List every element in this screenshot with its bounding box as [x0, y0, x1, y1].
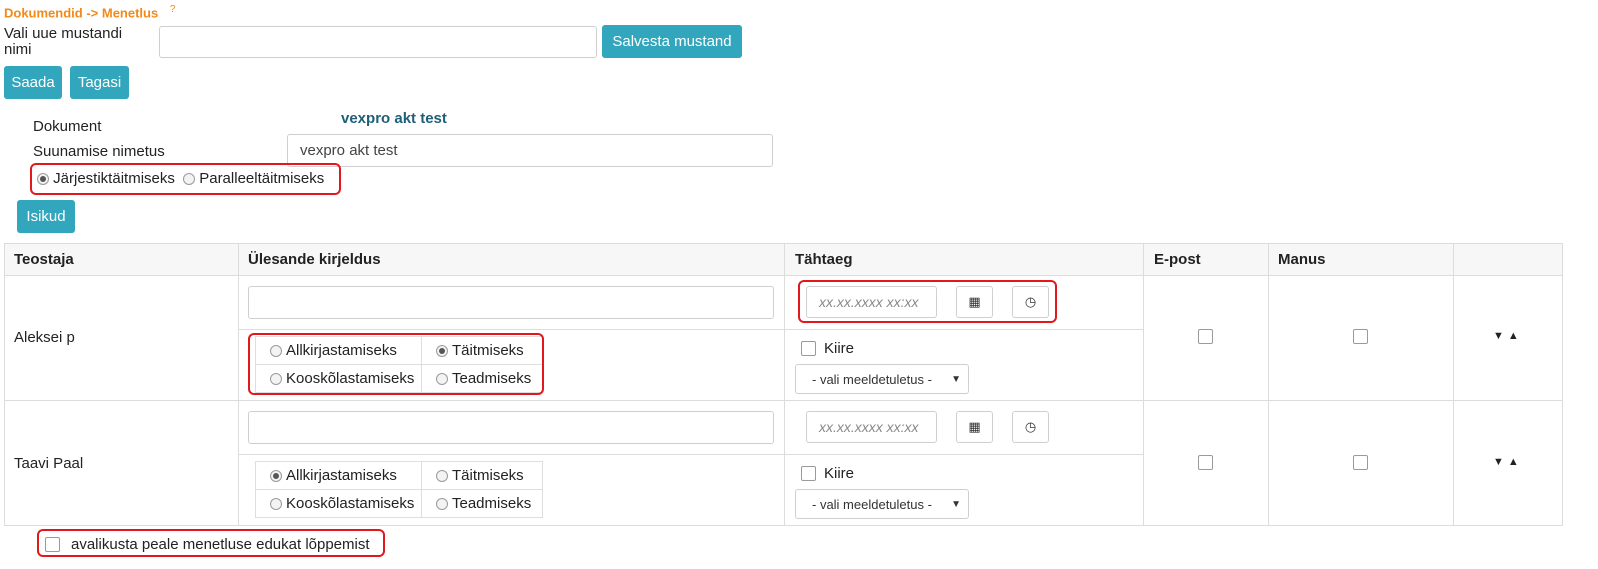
option-label: Allkirjastamiseks [286, 467, 397, 484]
draft-name-input[interactable] [159, 26, 597, 58]
move-up-icon[interactable]: ▲ [1508, 330, 1523, 342]
header-performer[interactable]: Teostaja [14, 251, 74, 268]
urgent-checkbox[interactable] [801, 466, 816, 481]
option-label: Teadmiseks [452, 370, 532, 387]
header-description[interactable]: Ülesande kirjeldus [248, 251, 381, 268]
option-execution[interactable]: Täitmiseks [421, 336, 543, 365]
approval-radio[interactable] [270, 372, 282, 385]
info-radio[interactable] [436, 497, 448, 510]
task-description-input[interactable] [248, 411, 774, 444]
clock-icon[interactable]: ◷ [1012, 411, 1049, 443]
deadline-date-input[interactable]: xx.xx.xxxx xx:xx [806, 411, 937, 443]
option-approval[interactable]: Kooskõlastamiseks [255, 364, 422, 393]
mode-radio-group: Järjestiktäitmiseks Paralleeltäitmiseks [37, 170, 324, 187]
header-attachment[interactable]: Manus [1278, 251, 1326, 268]
option-label: Allkirjastamiseks [286, 342, 397, 359]
option-label: Kooskõlastamiseks [286, 370, 415, 387]
routing-name-label: Suunamise nimetus [33, 143, 165, 160]
move-up-icon[interactable]: ▲ [1508, 456, 1523, 468]
parallel-radio[interactable] [183, 173, 196, 186]
urgent-label: Kiire [824, 340, 855, 357]
chevron-down-icon: ▼ [951, 499, 961, 510]
deadline-date-input[interactable]: xx.xx.xxxx xx:xx [806, 286, 937, 318]
attachment-checkbox[interactable] [1353, 455, 1368, 470]
reminder-select-value: - vali meeldetuletus - [812, 371, 932, 387]
option-label: Täitmiseks [452, 467, 524, 484]
performer-name: Aleksei p [14, 329, 75, 346]
sequential-label[interactable]: Järjestiktäitmiseks [53, 170, 175, 187]
signing-radio[interactable] [270, 469, 282, 482]
reminder-select[interactable]: - vali meeldetuletus - ▼ [795, 364, 969, 394]
attachment-checkbox[interactable] [1353, 329, 1368, 344]
option-info[interactable]: Teadmiseks [421, 489, 543, 518]
document-label: Dokument [33, 118, 102, 135]
reminder-select[interactable]: - vali meeldetuletus - ▼ [795, 489, 969, 519]
option-label: Kooskõlastamiseks [286, 495, 415, 512]
persons-button[interactable]: Isikud [17, 200, 75, 233]
option-approval[interactable]: Kooskõlastamiseks [255, 489, 422, 518]
move-down-icon[interactable]: ▼ [1493, 330, 1508, 342]
performer-name: Taavi Paal [14, 455, 84, 472]
clock-icon[interactable]: ◷ [1012, 286, 1049, 318]
urgent-label: Kiire [824, 465, 855, 482]
move-down-icon[interactable]: ▼ [1493, 456, 1508, 468]
option-execution[interactable]: Täitmiseks [421, 461, 543, 490]
urgent-checkbox[interactable] [801, 341, 816, 356]
chevron-down-icon: ▼ [951, 374, 961, 385]
parallel-label[interactable]: Paralleeltäitmiseks [199, 170, 324, 187]
approval-radio[interactable] [270, 497, 282, 510]
option-label: Teadmiseks [452, 495, 532, 512]
reorder-arrows: ▼▲ [1493, 330, 1523, 342]
option-signing[interactable]: Allkirjastamiseks [255, 461, 422, 490]
reminder-select-value: - vali meeldetuletus - [812, 496, 932, 512]
calendar-icon[interactable]: ▦ [956, 286, 993, 318]
breadcrumb-text[interactable]: Dokumendid -> Menetlus [4, 5, 158, 20]
help-icon[interactable]: ? [170, 4, 176, 15]
email-checkbox[interactable] [1198, 455, 1213, 470]
draft-name-label: Vali uue mustandi nimi [4, 25, 123, 58]
option-label: Täitmiseks [452, 342, 524, 359]
info-radio[interactable] [436, 372, 448, 385]
breadcrumb: Dokumendid -> Menetlus ? [4, 4, 175, 20]
task-description-input[interactable] [248, 286, 774, 319]
publish-checkbox[interactable] [45, 537, 60, 552]
header-email[interactable]: E-post [1154, 251, 1201, 268]
signing-radio[interactable] [270, 344, 282, 357]
option-signing[interactable]: Allkirjastamiseks [255, 336, 422, 365]
back-button[interactable]: Tagasi [70, 66, 129, 99]
publish-label[interactable]: avalikusta peale menetluse edukat lõppem… [71, 536, 370, 553]
reorder-arrows: ▼▲ [1493, 456, 1523, 468]
header-deadline[interactable]: Tähtaeg [795, 251, 853, 268]
save-draft-button[interactable]: Salvesta mustand [602, 25, 742, 58]
calendar-icon[interactable]: ▦ [956, 411, 993, 443]
execution-radio[interactable] [436, 344, 448, 357]
option-info[interactable]: Teadmiseks [421, 364, 543, 393]
send-button[interactable]: Saada [4, 66, 62, 99]
document-title: vexpro akt test [341, 110, 447, 127]
execution-radio[interactable] [436, 469, 448, 482]
routing-name-input[interactable] [287, 134, 773, 167]
email-checkbox[interactable] [1198, 329, 1213, 344]
sequential-radio[interactable] [37, 173, 49, 186]
